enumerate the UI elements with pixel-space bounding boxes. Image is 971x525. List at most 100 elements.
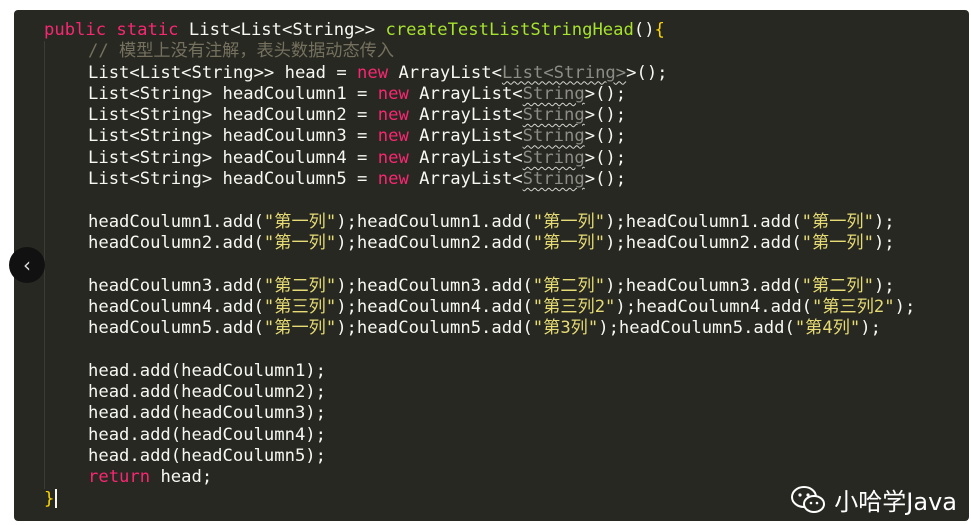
code-token: List<String> headCoulumn3 = bbox=[88, 126, 378, 147]
code-line[interactable]: List<List<String>> head = new ArrayList<… bbox=[44, 62, 915, 84]
code-token: ArrayList< bbox=[398, 62, 502, 83]
code-token: >(); bbox=[584, 126, 627, 147]
code-token: );headCoulumn3.add( bbox=[336, 275, 533, 296]
indent-guide bbox=[44, 382, 88, 404]
indent-guide bbox=[44, 275, 88, 297]
code-token: new bbox=[377, 105, 420, 126]
code-token: String bbox=[522, 147, 585, 168]
code-token: head.add(headCoulumn4); bbox=[88, 424, 326, 445]
indent-guide bbox=[44, 169, 88, 191]
code-token: "第三列2" bbox=[812, 296, 895, 317]
code-token: "第一列" bbox=[532, 211, 606, 232]
code-token: headCoulumn5.add( bbox=[88, 318, 264, 339]
code-line[interactable]: public static List<List<String>> createT… bbox=[44, 20, 915, 41]
indent-guide bbox=[44, 296, 88, 319]
code-token: List<List<String>> bbox=[188, 20, 386, 40]
indent-guide bbox=[44, 232, 88, 255]
code-token: return bbox=[88, 467, 161, 488]
code-token: "第一列" bbox=[801, 211, 874, 232]
code-token: "第4列" bbox=[794, 318, 861, 339]
code-token: >(); bbox=[584, 169, 627, 190]
code-token: new bbox=[357, 62, 399, 83]
indent-guide bbox=[44, 445, 88, 468]
code-editor[interactable]: public static List<List<String>> createT… bbox=[14, 10, 969, 521]
code-token: head.add(headCoulumn1); bbox=[88, 360, 326, 381]
code-line[interactable]: List<String> headCoulumn4 = new ArrayLis… bbox=[44, 147, 915, 170]
code-line[interactable]: List<String> headCoulumn2 = new ArrayLis… bbox=[44, 105, 915, 127]
code-token: >(); bbox=[584, 83, 627, 104]
code-token: ); bbox=[894, 296, 916, 317]
code-token: ArrayList< bbox=[419, 147, 523, 168]
code-token: headCoulumn4.add( bbox=[88, 296, 264, 317]
code-token: );headCoulumn4.add( bbox=[615, 296, 813, 317]
code-token: "第二列" bbox=[532, 275, 606, 296]
code-token: headCoulumn2.add( bbox=[88, 232, 264, 253]
code-line[interactable]: } bbox=[44, 489, 915, 510]
code-token: ArrayList< bbox=[419, 83, 523, 104]
code-line[interactable]: // 模型上没有注解，表头数据动态传入 bbox=[44, 41, 915, 63]
code-line[interactable]: headCoulumn4.add("第三列");headCoulumn4.add… bbox=[44, 296, 916, 319]
code-token: );headCoulumn1.add( bbox=[336, 211, 533, 232]
code-area[interactable]: public static List<List<String>> createT… bbox=[44, 20, 915, 510]
code-token: new bbox=[377, 83, 420, 104]
indent-guide bbox=[44, 254, 88, 276]
code-token: List<String> bbox=[501, 62, 627, 83]
code-token: () bbox=[633, 20, 655, 40]
indent-guide bbox=[44, 62, 88, 84]
code-token: String bbox=[522, 126, 585, 147]
prev-slide-button[interactable]: ‹ bbox=[9, 247, 45, 283]
code-token: );headCoulumn5.add( bbox=[598, 318, 795, 339]
code-token: "第二列" bbox=[263, 275, 337, 296]
code-line[interactable]: headCoulumn2.add( "第一列");headCoulumn2.add… bbox=[44, 232, 915, 255]
code-line[interactable]: head.add(headCoulumn2); bbox=[44, 382, 915, 404]
code-token: new bbox=[377, 169, 420, 190]
code-token: "第三列2" bbox=[532, 296, 616, 317]
code-token: ArrayList< bbox=[419, 169, 523, 190]
code-token: { bbox=[654, 20, 665, 40]
code-line[interactable] bbox=[44, 339, 915, 361]
code-line[interactable]: headCoulumn1.add("第一列");headCoulumn1.add… bbox=[44, 211, 915, 233]
code-token: "第二列" bbox=[801, 275, 874, 296]
code-token: >(); bbox=[584, 105, 627, 126]
code-token: List<String> headCoulumn2 = bbox=[88, 105, 378, 126]
code-line[interactable]: head.add(headCoulumn1); bbox=[44, 360, 915, 383]
code-token: );headCoulumn1.add( bbox=[605, 211, 802, 232]
watermark-text: 小哈学Java bbox=[834, 488, 957, 516]
indent-guide bbox=[44, 126, 88, 148]
code-token: "第一列" bbox=[263, 318, 337, 339]
code-token: head.add(headCoulumn5); bbox=[88, 445, 326, 466]
wechat-icon bbox=[791, 485, 826, 513]
code-line[interactable]: List<String> headCoulumn1 = new ArrayLis… bbox=[44, 83, 915, 106]
code-token: } bbox=[44, 488, 55, 509]
code-line[interactable]: List<String> headCoulumn5 = new ArrayLis… bbox=[44, 169, 915, 191]
code-token: List<String> headCoulumn1 = bbox=[88, 83, 378, 104]
code-token: String bbox=[522, 83, 585, 104]
code-token: List<String> headCoulumn4 = bbox=[88, 147, 378, 168]
code-line[interactable]: head.add(headCoulumn3); bbox=[44, 403, 915, 425]
code-line[interactable] bbox=[44, 254, 915, 276]
code-token: );headCoulumn2.add( bbox=[605, 232, 802, 253]
code-token: );headCoulumn5.add( bbox=[336, 318, 533, 339]
code-token: "第一列" bbox=[801, 232, 874, 253]
indent-guide bbox=[44, 147, 88, 170]
code-line[interactable]: headCoulumn3.add("第二列");headCoulumn3.add… bbox=[44, 275, 915, 297]
code-token: headCoulumn3.add( bbox=[88, 275, 264, 296]
code-token: List<String> headCoulumn5 = bbox=[88, 169, 378, 190]
code-line[interactable]: headCoulumn5.add("第一列");headCoulumn5.add… bbox=[44, 318, 915, 340]
code-token: ); bbox=[873, 211, 895, 232]
code-token: "第3列" bbox=[532, 318, 599, 339]
code-line[interactable]: List<String> headCoulumn3 = new ArrayLis… bbox=[44, 126, 915, 148]
watermark: 小哈学Java bbox=[790, 482, 957, 517]
code-token: String bbox=[522, 105, 585, 126]
indent-guide bbox=[44, 403, 88, 425]
code-token: "第一列" bbox=[263, 211, 337, 232]
indent-guide bbox=[44, 83, 88, 106]
code-line[interactable]: head.add(headCoulumn4); bbox=[44, 424, 915, 446]
code-token: );headCoulumn3.add( bbox=[605, 275, 802, 296]
code-token: head.add(headCoulumn3); bbox=[88, 403, 326, 424]
code-line[interactable]: return head; bbox=[44, 467, 915, 489]
code-line[interactable] bbox=[44, 190, 915, 212]
code-line[interactable]: head.add(headCoulumn5); bbox=[44, 445, 915, 468]
indent-guide bbox=[44, 190, 88, 212]
chevron-left-icon: ‹ bbox=[23, 253, 31, 277]
